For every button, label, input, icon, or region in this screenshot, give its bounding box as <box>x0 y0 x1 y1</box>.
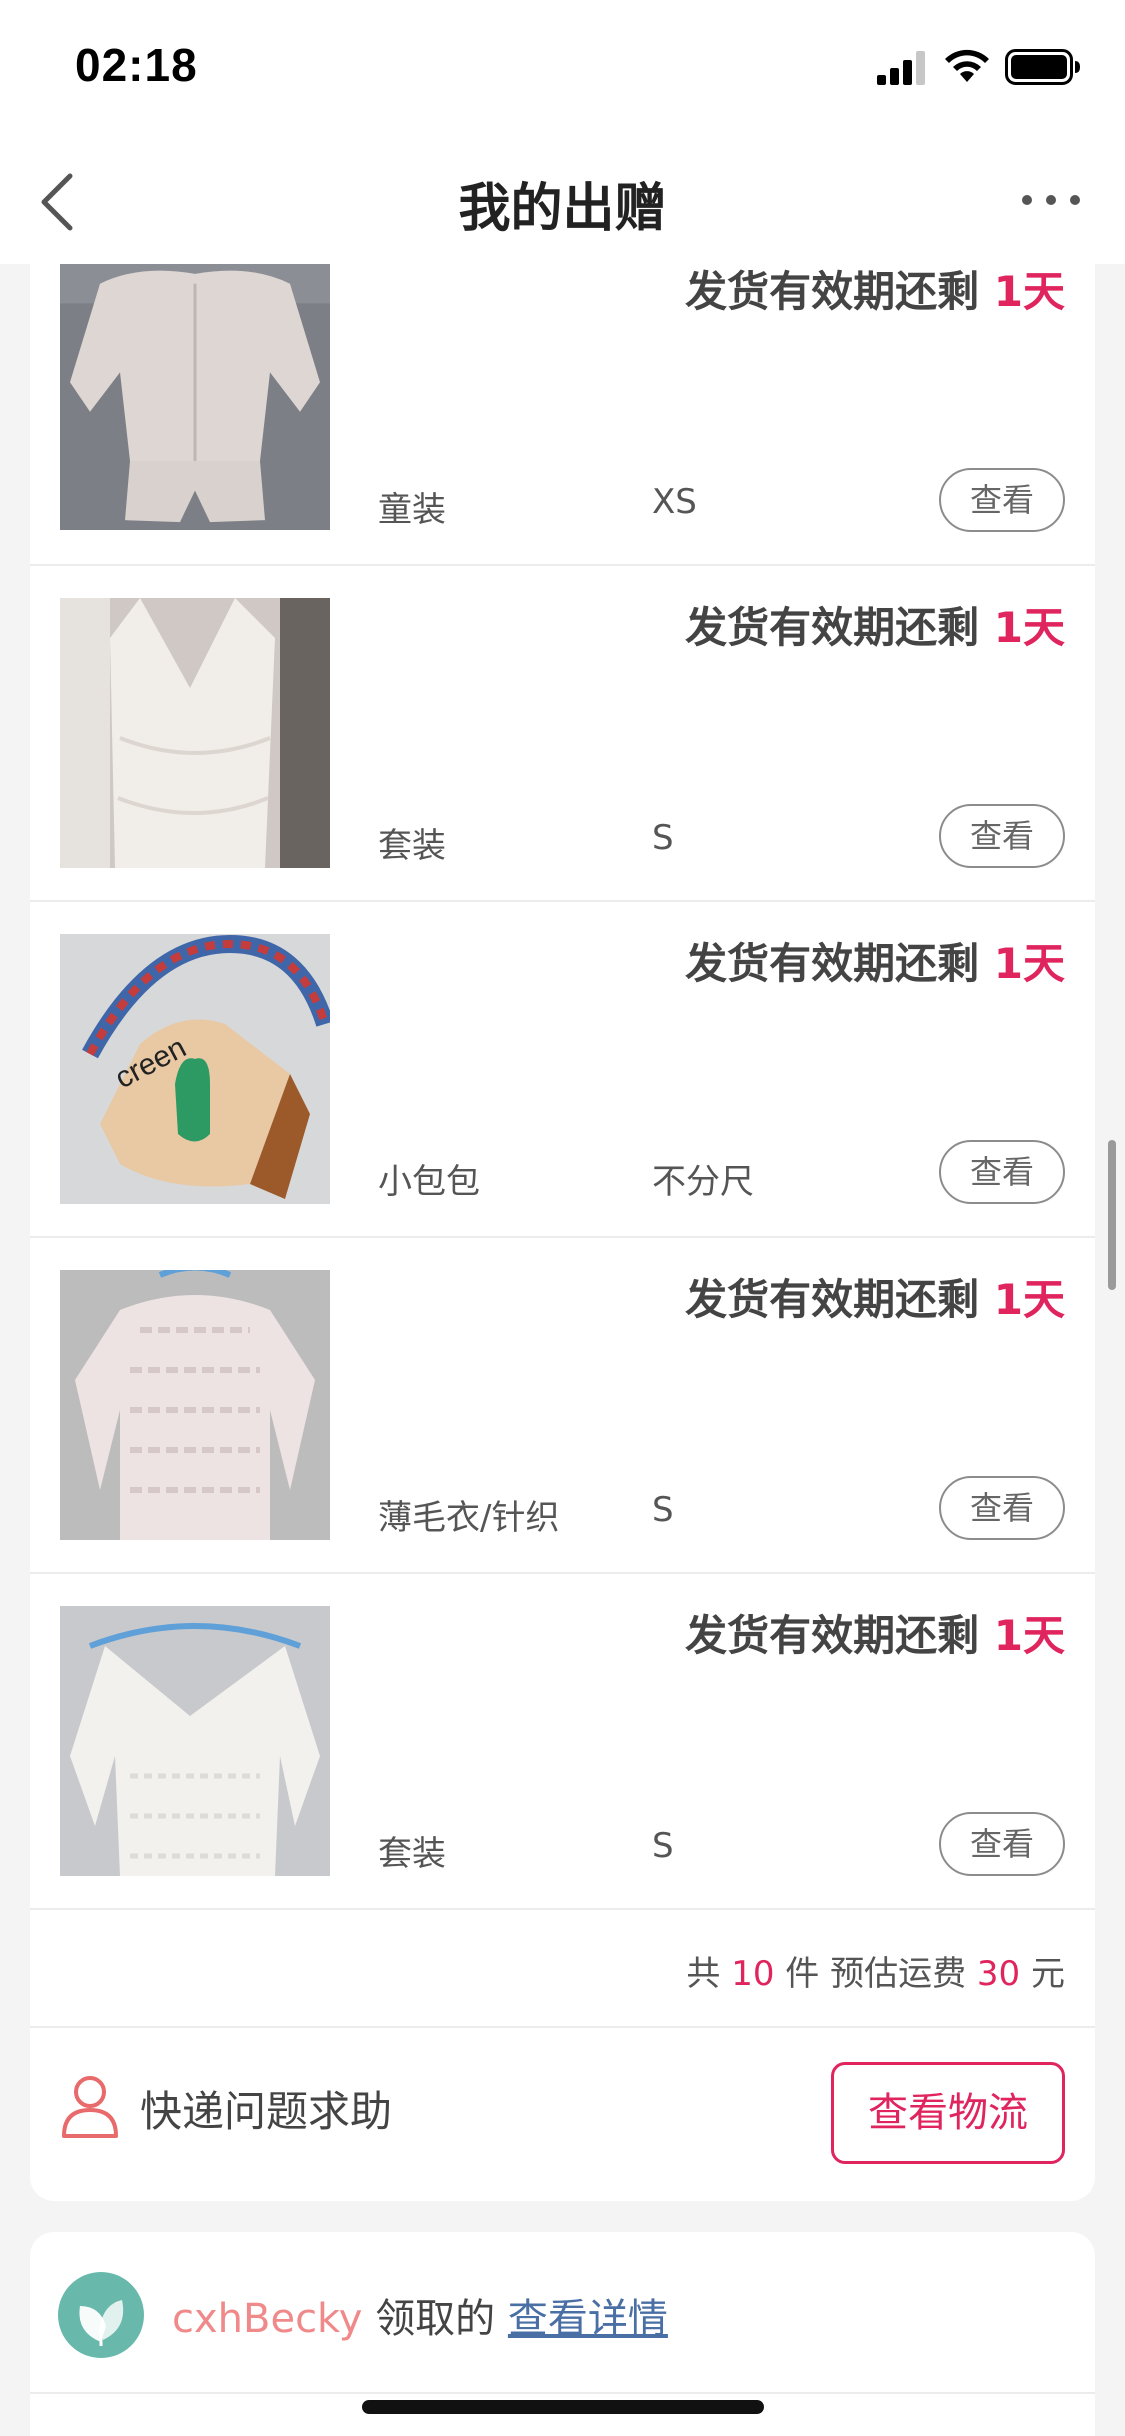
view-details-link[interactable]: 查看详情 <box>508 2296 668 2342</box>
view-item-button[interactable]: 查看 <box>939 1812 1065 1876</box>
item-category: 套装 <box>378 826 446 866</box>
page-title: 我的出赠 <box>458 179 667 239</box>
avatar[interactable] <box>58 2272 144 2358</box>
item-photo[interactable] <box>60 264 330 530</box>
item-category: 薄毛衣/针织 <box>378 1498 560 1538</box>
list-item: 发货有效期还剩 1天 套装 S 查看 <box>30 1574 1095 1910</box>
divider <box>30 2392 1095 2394</box>
item-photo[interactable] <box>60 1270 330 1540</box>
receiver-info: cxhBecky 领取的 查看详情 <box>172 2296 668 2342</box>
status-time: 02:18 <box>75 39 198 91</box>
order-summary: 共 10 件 预估运费 30 元 <box>30 1910 1095 2028</box>
donation-order-card: 发货有效期还剩 1天 童装 XS 查看 发货有效期还剩 1天 套装 S 查看 c… <box>30 264 1095 2201</box>
item-size: 不分尺 <box>652 1162 754 1202</box>
scrollbar[interactable] <box>1108 1140 1116 1290</box>
summary-text: 共 10 件 预估运费 30 元 <box>686 1954 1065 1994</box>
item-count: 10 <box>731 1954 775 1994</box>
item-size: XS <box>652 482 697 522</box>
list-item: 发货有效期还剩 1天 童装 XS 查看 <box>30 264 1095 566</box>
list-item: 发货有效期还剩 1天 薄毛衣/针织 S 查看 <box>30 1238 1095 1574</box>
nav-bar: 我的出赠 <box>0 140 1125 264</box>
status-bar: 02:18 <box>0 0 1125 140</box>
item-size: S <box>652 818 674 858</box>
home-indicator[interactable] <box>362 2400 764 2414</box>
shipping-fee: 30 <box>976 1954 1021 1994</box>
item-photo[interactable]: creen <box>60 934 330 1204</box>
courier-help-row: 快递问题求助 查看物流 <box>30 2028 1095 2198</box>
person-icon <box>62 2076 118 2138</box>
more-options-icon[interactable] <box>1019 188 1083 212</box>
receiver-name[interactable]: cxhBecky <box>172 2296 362 2342</box>
shipping-deadline: 发货有效期还剩 1天 <box>685 939 1065 988</box>
item-category: 童装 <box>378 490 446 530</box>
item-photo[interactable] <box>60 598 330 868</box>
shipping-deadline: 发货有效期还剩 1天 <box>685 267 1065 316</box>
status-icons <box>875 48 1081 86</box>
item-photo[interactable] <box>60 1606 330 1876</box>
item-category: 套装 <box>378 1834 446 1874</box>
view-item-button[interactable]: 查看 <box>939 1140 1065 1204</box>
shipping-deadline: 发货有效期还剩 1天 <box>685 1611 1065 1660</box>
view-logistics-button[interactable]: 查看物流 <box>831 2062 1065 2164</box>
item-size: S <box>652 1490 674 1530</box>
view-item-button[interactable]: 查看 <box>939 468 1065 532</box>
item-category: 小包包 <box>378 1162 480 1202</box>
shipping-deadline: 发货有效期还剩 1天 <box>685 603 1065 652</box>
item-size: S <box>652 1826 674 1866</box>
cellular-signal-icon <box>877 51 925 85</box>
view-item-button[interactable]: 查看 <box>939 1476 1065 1540</box>
list-item: 发货有效期还剩 1天 套装 S 查看 <box>30 566 1095 902</box>
wifi-icon <box>945 49 989 82</box>
view-item-button[interactable]: 查看 <box>939 804 1065 868</box>
shipping-deadline: 发货有效期还剩 1天 <box>685 1275 1065 1324</box>
battery-icon <box>1005 49 1080 85</box>
list-item: creen 发货有效期还剩 1天 小包包 不分尺 查看 <box>30 902 1095 1238</box>
courier-help-link[interactable]: 快递问题求助 <box>140 2078 392 2139</box>
